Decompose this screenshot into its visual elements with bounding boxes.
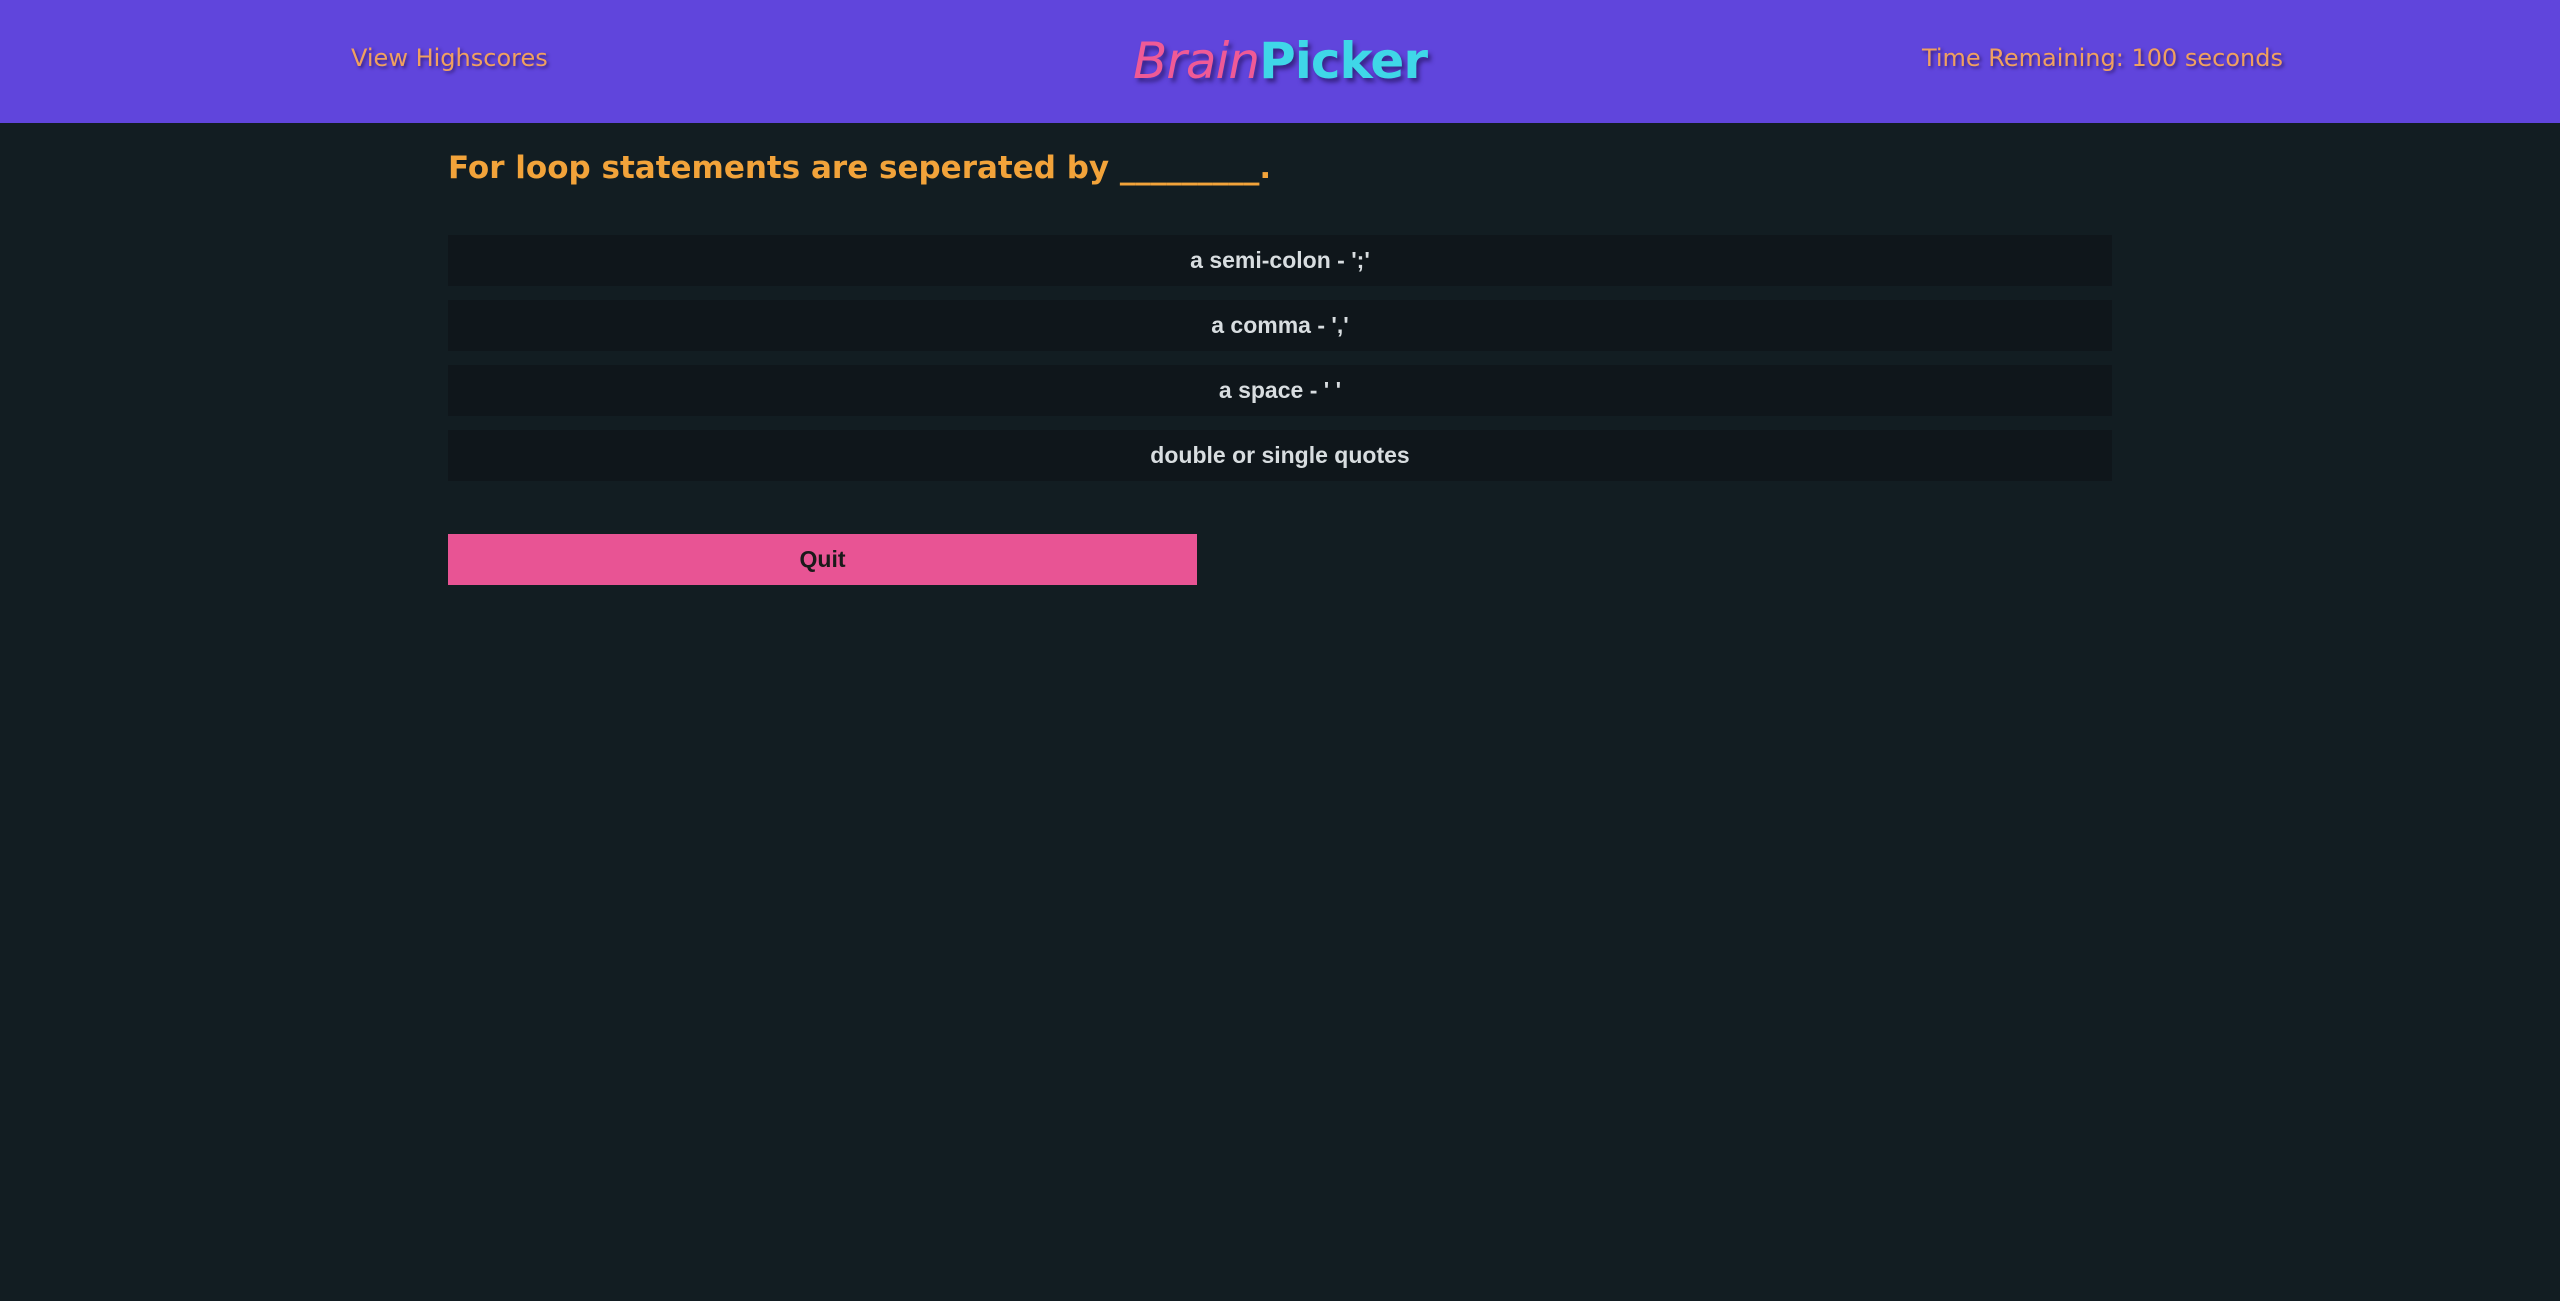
answer-option[interactable]: a comma - ',': [448, 300, 2112, 351]
time-remaining: Time Remaining: 100 seconds: [1921, 44, 2283, 72]
top-navbar: View Highscores BrainPicker Time Remaini…: [0, 0, 2560, 123]
answer-list: a semi-colon - ';' a comma - ',' a space…: [448, 235, 2112, 495]
answer-option[interactable]: a space - ' ': [448, 365, 2112, 416]
question-text: For loop statements are seperated by ___…: [448, 150, 1272, 186]
answer-option[interactable]: a semi-colon - ';': [448, 235, 2112, 286]
quit-button[interactable]: Quit: [448, 534, 1197, 585]
answer-option[interactable]: double or single quotes: [448, 430, 2112, 481]
logo-text-brain: Brain: [1133, 32, 1260, 90]
logo-text-picker: Picker: [1259, 32, 1428, 90]
